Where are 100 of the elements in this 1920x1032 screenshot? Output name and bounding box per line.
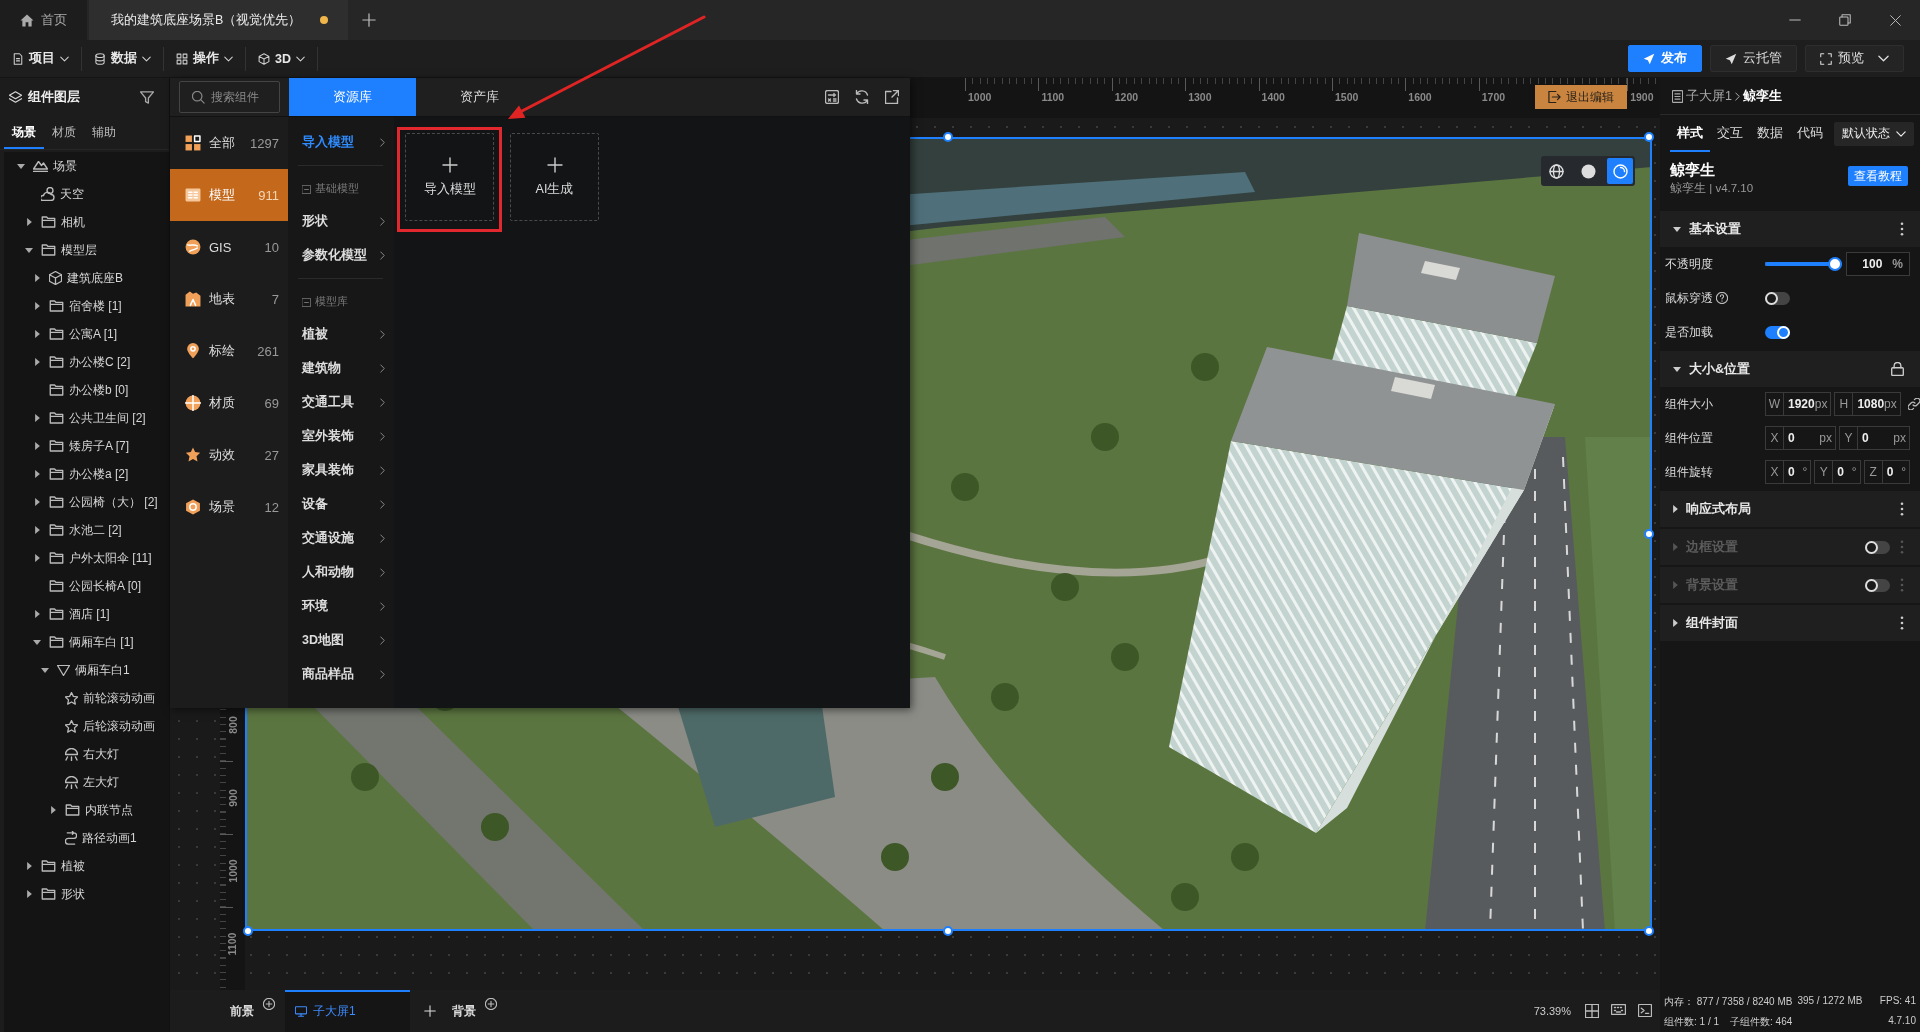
caret-icon[interactable] — [50, 806, 56, 814]
toolbar-button[interactable]: 预览 — [1805, 45, 1904, 72]
subcategory-item[interactable]: 环境 — [288, 589, 394, 623]
more-icon[interactable] — [1900, 616, 1904, 630]
library-tab[interactable]: 资源库 — [289, 78, 416, 116]
tree-item[interactable]: 建筑底座B — [4, 264, 169, 292]
resize-handle[interactable] — [243, 926, 253, 936]
category-item[interactable]: GIS 10 — [170, 221, 288, 273]
tree-item[interactable]: 户外太阳伞 [11] — [4, 544, 169, 572]
export-icon[interactable] — [885, 90, 899, 104]
subcategory-item[interactable]: 室外装饰 — [288, 419, 394, 453]
caret-icon[interactable] — [26, 218, 32, 226]
caret-icon[interactable] — [33, 639, 41, 645]
inspector-tab[interactable]: 代码 — [1790, 115, 1830, 152]
number-field[interactable]: H 1080px — [1834, 392, 1901, 416]
toggle-switch[interactable] — [1765, 291, 1790, 305]
window-tab[interactable]: 我的建筑底座场景B（视觉优先） — [89, 0, 349, 40]
caret-icon[interactable] — [26, 890, 32, 898]
caret-icon[interactable] — [25, 247, 33, 253]
state-dropdown[interactable]: 默认状态 — [1834, 121, 1914, 146]
inspector-tab[interactable]: 数据 — [1750, 115, 1790, 152]
caret-icon[interactable] — [34, 554, 40, 562]
breadcrumb-link[interactable]: 子大屏1 — [1686, 87, 1732, 105]
section-header[interactable]: 大小&位置 — [1660, 351, 1920, 387]
caret-icon[interactable] — [1673, 366, 1681, 372]
tree-item[interactable]: 公园椅（大） [2] — [4, 488, 169, 516]
menu-button[interactable]: 数据 — [82, 46, 164, 71]
category-item[interactable]: 动效 27 — [170, 429, 288, 481]
toolbar-button[interactable]: 发布 — [1628, 45, 1702, 72]
tree-item[interactable]: 办公楼a [2] — [4, 460, 169, 488]
terminal-icon[interactable] — [1638, 1004, 1652, 1017]
tree-item[interactable]: 水池二 [2] — [4, 516, 169, 544]
subcategory-item[interactable]: 建筑物 — [288, 351, 394, 385]
caret-icon[interactable] — [26, 862, 32, 870]
link-icon[interactable] — [1907, 398, 1920, 410]
subcategory-item[interactable]: 参数化模型 — [288, 238, 394, 272]
tree-item[interactable]: 办公楼C [2] — [4, 348, 169, 376]
resize-handle[interactable] — [943, 926, 953, 936]
caret-icon[interactable] — [1673, 226, 1681, 232]
exit-edit-button[interactable]: 退出编辑 — [1535, 85, 1628, 109]
number-field[interactable]: X 0 ° — [1765, 460, 1812, 484]
caret-icon[interactable] — [34, 274, 40, 282]
resize-handle[interactable] — [1644, 132, 1654, 142]
category-item[interactable]: 模型 911 — [170, 169, 288, 221]
window-tab[interactable]: 首页 — [0, 0, 87, 40]
tree-item[interactable]: 俩厢车白1 — [4, 656, 169, 684]
subcategory-item[interactable]: 交通设施 — [288, 521, 394, 555]
section-header[interactable]: 基本设置 — [1660, 211, 1920, 247]
number-field[interactable]: Y 0 px — [1839, 426, 1910, 450]
add-screen-button[interactable] — [424, 1005, 436, 1017]
slider-handle[interactable] — [1828, 257, 1842, 271]
tree-item[interactable]: 公共卫生间 [2] — [4, 404, 169, 432]
lock-icon[interactable] — [1891, 362, 1904, 376]
tree-item[interactable]: 前轮滚动动画 — [4, 684, 169, 712]
menu-button[interactable]: 项目 — [0, 46, 82, 71]
subcategory-item[interactable]: 形状 — [288, 204, 394, 238]
tree-item[interactable]: 天空 — [4, 180, 169, 208]
caret-icon[interactable] — [34, 358, 40, 366]
plus-circle-icon[interactable] — [263, 998, 275, 1010]
tree-item[interactable]: 相机 — [4, 208, 169, 236]
category-item[interactable]: 全部 1297 — [170, 117, 288, 169]
tree-item[interactable]: 形状 — [4, 880, 169, 908]
category-item[interactable]: 地表 7 — [170, 273, 288, 325]
tree-item[interactable]: 模型层 — [4, 236, 169, 264]
tree-item[interactable]: 办公楼b [0] — [4, 376, 169, 404]
section-header[interactable]: 响应式布局 — [1660, 491, 1920, 527]
tutorial-button[interactable]: 查看教程 — [1848, 166, 1908, 186]
tree-item[interactable]: 后轮滚动动画 — [4, 712, 169, 740]
toolbar-button[interactable]: 云托管 — [1710, 45, 1797, 72]
screen-tab[interactable]: 子大屏1 — [285, 990, 410, 1032]
keyboard-icon[interactable] — [1611, 1004, 1626, 1015]
collapse-box-icon[interactable] — [302, 297, 311, 307]
tree-item[interactable]: 植被 — [4, 852, 169, 880]
fit-screen-icon[interactable] — [1585, 1004, 1599, 1018]
tree-item[interactable]: 公寓A [1] — [4, 320, 169, 348]
number-field[interactable]: Y 0 ° — [1814, 460, 1861, 484]
subcategory-item[interactable]: 人和动物 — [288, 555, 394, 589]
resize-handle[interactable] — [1644, 529, 1654, 539]
resize-handle[interactable] — [1644, 926, 1654, 936]
tree-item[interactable]: 矮房子A [7] — [4, 432, 169, 460]
create-card[interactable]: 导入模型 — [405, 133, 494, 221]
inspector-tab[interactable]: 样式 — [1670, 115, 1710, 152]
tree-item[interactable]: 场景 — [4, 152, 169, 180]
caret-icon[interactable] — [34, 302, 40, 310]
caret-icon[interactable] — [34, 442, 40, 450]
category-item[interactable]: 标绘 261 — [170, 325, 288, 377]
subcategory-item[interactable]: 设备 — [288, 487, 394, 521]
calculator-icon[interactable] — [825, 90, 839, 104]
panel-tab[interactable]: 场景 — [4, 116, 44, 149]
caret-icon[interactable] — [34, 526, 40, 534]
toggle-switch[interactable] — [1765, 325, 1790, 339]
category-item[interactable]: 材质 69 — [170, 377, 288, 429]
number-field[interactable]: W 1920px — [1765, 392, 1832, 416]
tree-item[interactable]: 俩厢车白 [1] — [4, 628, 169, 656]
caret-icon[interactable] — [1673, 505, 1678, 513]
caret-icon[interactable] — [34, 470, 40, 478]
more-icon[interactable] — [1900, 502, 1904, 516]
caret-icon[interactable] — [1673, 619, 1678, 627]
menu-button[interactable]: 操作 — [164, 46, 246, 71]
tree-item[interactable]: 酒店 [1] — [4, 600, 169, 628]
